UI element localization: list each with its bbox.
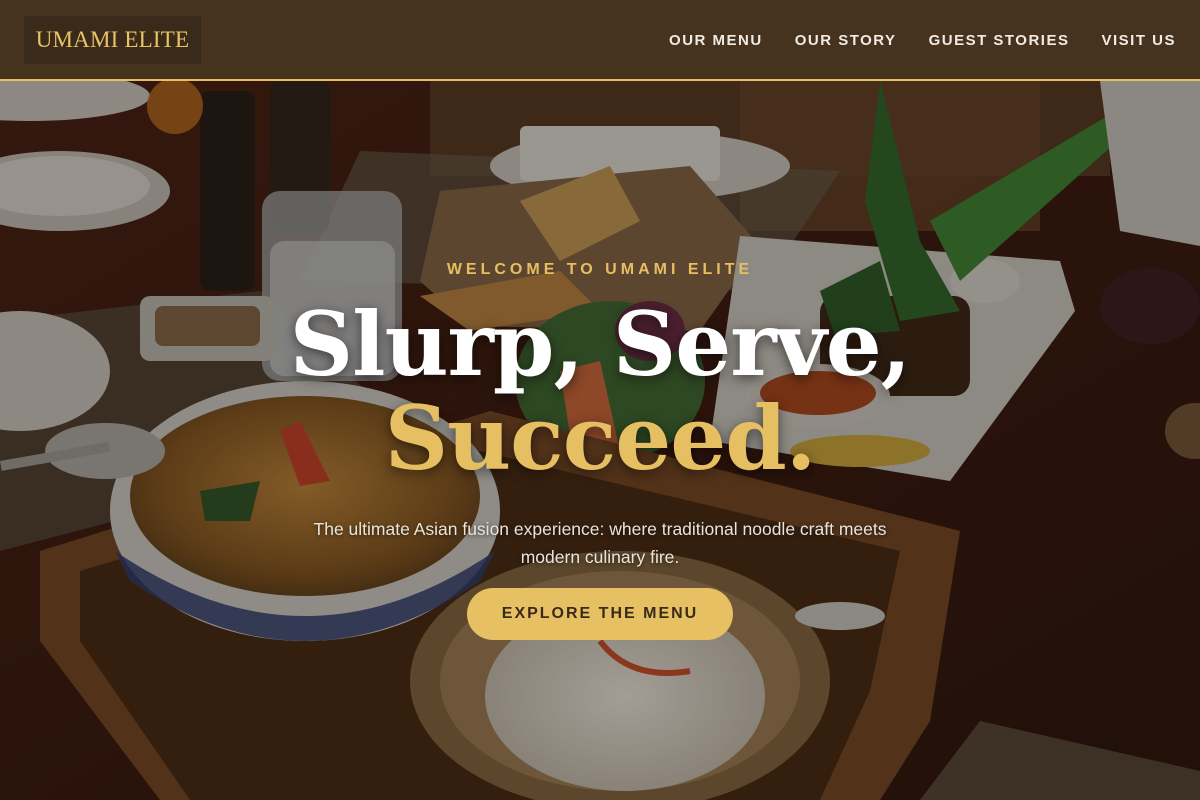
hero-subtitle: The ultimate Asian fusion experience: wh… xyxy=(313,519,887,567)
logo[interactable]: UMAMI ELITE xyxy=(24,16,201,64)
nav-link-our-story[interactable]: OUR STORY xyxy=(795,32,897,49)
nav-link-visit-us[interactable]: VISIT US xyxy=(1101,32,1176,49)
hero-headline: Slurp, Serve, Succeed. xyxy=(0,297,1200,485)
hero-headline-line1: Slurp, Serve, xyxy=(289,292,912,396)
hero-content: WELCOME TO UMAMI ELITE Slurp, Serve, Suc… xyxy=(0,81,1200,800)
nav-link-guest-stories[interactable]: GUEST STORIES xyxy=(929,32,1070,49)
hero-headline-line2: Succeed. xyxy=(384,386,817,490)
explore-menu-button[interactable]: EXPLORE THE MENU xyxy=(467,588,733,640)
site-header: UMAMI ELITE OUR MENU OUR STORY GUEST STO… xyxy=(0,0,1200,81)
logo-text: UMAMI ELITE xyxy=(35,27,190,52)
nav-link-our-menu[interactable]: OUR MENU xyxy=(669,32,763,49)
hero-section: WELCOME TO UMAMI ELITE Slurp, Serve, Suc… xyxy=(0,81,1200,800)
hero-eyebrow: WELCOME TO UMAMI ELITE xyxy=(446,261,754,278)
main-nav: OUR MENU OUR STORY GUEST STORIES VISIT U… xyxy=(669,0,1176,80)
